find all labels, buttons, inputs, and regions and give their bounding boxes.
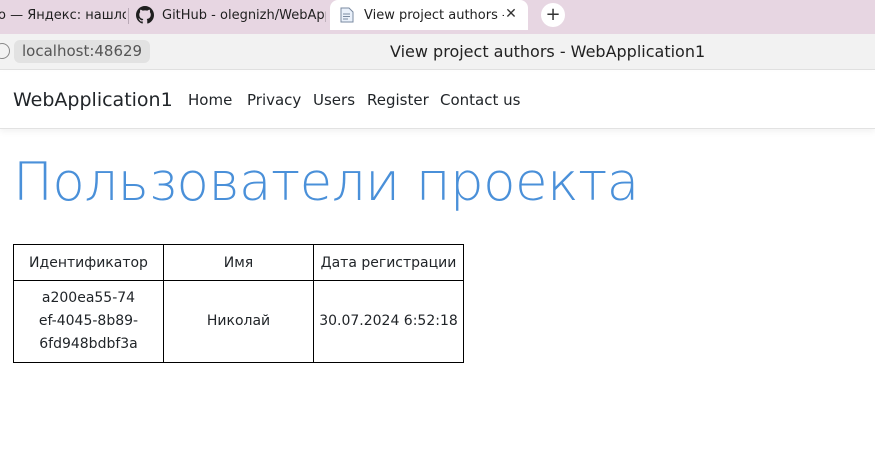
table-row: a200ea55-74ef-4045-8b89-6fd948bdbf3a Ник… [13, 280, 464, 363]
brand-link[interactable]: WebApplication1 [13, 89, 173, 111]
cell-date: 30.07.2024 6:52:18 [313, 280, 464, 363]
nav-link-privacy[interactable]: Privacy [247, 91, 301, 109]
column-header-id: Идентификатор [13, 244, 164, 281]
users-table: Идентификатор Имя Дата регистрации a200e… [13, 244, 464, 363]
close-icon[interactable]: ✕ [504, 7, 518, 21]
page-heading: Пользователи проекта [13, 152, 639, 213]
nav-link-register[interactable]: Register [367, 91, 429, 109]
github-icon [136, 6, 154, 24]
column-header-name: Имя [163, 244, 314, 281]
tab-label: View project authors - W [364, 7, 504, 23]
table-header-row: Идентификатор Имя Дата регистрации [13, 244, 464, 281]
document-icon [340, 7, 354, 23]
nav-link-home[interactable]: Home [188, 91, 232, 109]
browser-tabstrip: о — Яндекс: нашлось GitHub - olegnizh/We… [0, 0, 875, 34]
address-bar: localhost:48629 View project authors - W… [0, 34, 875, 70]
url-field[interactable]: localhost:48629 [14, 40, 151, 63]
column-header-date: Дата регистрации [313, 244, 464, 281]
browser-tab-active[interactable]: View project authors - W ✕ [330, 0, 528, 30]
nav-link-users[interactable]: Users [313, 91, 355, 109]
new-tab-button[interactable]: + [541, 3, 565, 27]
browser-tab-yandex[interactable]: о — Яндекс: нашлось [0, 0, 126, 30]
site-navbar: WebApplication1 Home Privacy Users Regis… [0, 72, 875, 129]
browser-tab-github[interactable]: GitHub - olegnizh/WebApp [136, 0, 326, 30]
page-title: View project authors - WebApplication1 [390, 42, 706, 61]
site-info-icon[interactable] [0, 43, 10, 59]
nav-link-contact[interactable]: Contact us [440, 91, 520, 109]
cell-name: Николай [163, 280, 314, 363]
tab-label: о — Яндекс: нашлось [0, 7, 126, 23]
tab-separator [128, 8, 129, 24]
tab-label: GitHub - olegnizh/WebApp [162, 7, 326, 23]
cell-id: a200ea55-74ef-4045-8b89-6fd948bdbf3a [13, 280, 164, 363]
